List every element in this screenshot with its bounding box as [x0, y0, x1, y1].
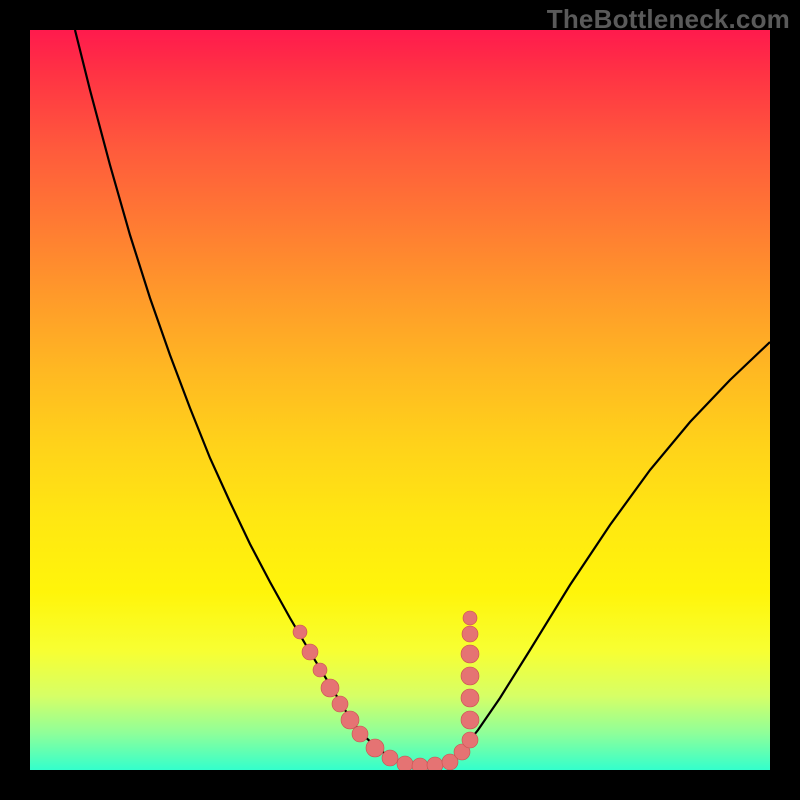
chart-gradient-area — [30, 30, 770, 770]
data-marker — [461, 667, 479, 685]
data-marker — [397, 756, 413, 770]
data-marker — [427, 757, 443, 770]
data-marker — [382, 750, 398, 766]
data-marker — [366, 739, 384, 757]
data-marker — [352, 726, 368, 742]
data-markers — [293, 611, 479, 770]
data-marker — [412, 758, 428, 770]
data-marker — [462, 732, 478, 748]
data-marker — [321, 679, 339, 697]
data-marker — [461, 711, 479, 729]
data-marker — [463, 611, 477, 625]
chart-svg — [30, 30, 770, 770]
data-marker — [332, 696, 348, 712]
data-marker — [313, 663, 327, 677]
curve-right-branch — [450, 342, 770, 762]
curve-group — [75, 30, 770, 766]
curve-left-branch — [75, 30, 400, 762]
data-marker — [341, 711, 359, 729]
chart-frame: TheBottleneck.com — [0, 0, 800, 800]
data-marker — [293, 625, 307, 639]
watermark-label: TheBottleneck.com — [547, 4, 790, 35]
data-marker — [461, 645, 479, 663]
data-marker — [302, 644, 318, 660]
data-marker — [462, 626, 478, 642]
data-marker — [461, 689, 479, 707]
